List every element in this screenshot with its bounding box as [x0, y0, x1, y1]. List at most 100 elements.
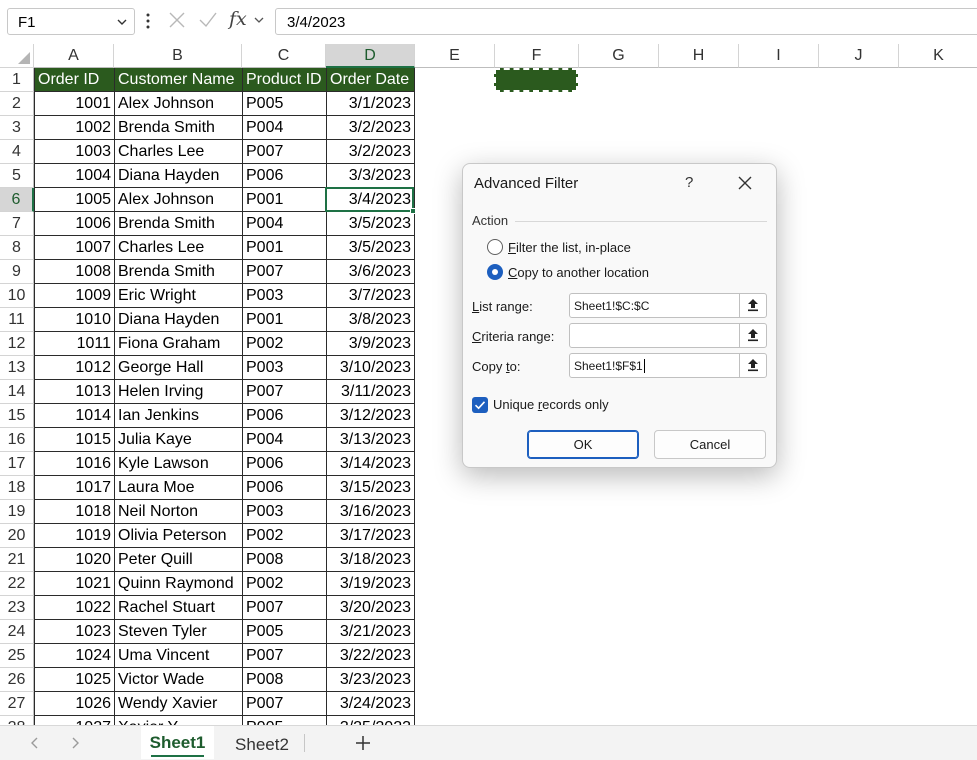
unique-records-label[interactable]: Unique records only: [493, 397, 609, 412]
radio-copy-to-location-label[interactable]: Copy to another location: [508, 265, 649, 280]
cell-order-date[interactable]: 3/16/2023: [327, 500, 415, 524]
column-header-d[interactable]: D: [326, 44, 415, 68]
cell-customer-name[interactable]: Julia Kaye: [115, 428, 243, 452]
cell-order-id[interactable]: 1013: [35, 380, 115, 404]
row-header-27[interactable]: 27: [0, 692, 34, 716]
confirm-entry-icon[interactable]: [198, 11, 218, 29]
cell-customer-name[interactable]: Brenda Smith: [115, 116, 243, 140]
cell-order-date[interactable]: 3/15/2023: [327, 476, 415, 500]
column-header-j[interactable]: J: [819, 44, 899, 68]
row-header-24[interactable]: 24: [0, 620, 34, 644]
cell-product-id[interactable]: P007: [243, 380, 327, 404]
cell-customer-name[interactable]: Laura Moe: [115, 476, 243, 500]
row-header-28[interactable]: 28: [0, 716, 34, 725]
cell-order-date[interactable]: 3/18/2023: [327, 548, 415, 572]
cell-order-id[interactable]: 1010: [35, 308, 115, 332]
copy-target-cell-f1[interactable]: [494, 68, 578, 92]
row-header-5[interactable]: 5: [0, 164, 34, 188]
cell-customer-name[interactable]: Uma Vincent: [115, 644, 243, 668]
cell-order-id[interactable]: 1019: [35, 524, 115, 548]
cell-product-id[interactable]: P004: [243, 428, 327, 452]
tab-sheet2[interactable]: Sheet2: [224, 726, 300, 759]
row-header-22[interactable]: 22: [0, 572, 34, 596]
cell-product-id[interactable]: P005: [243, 620, 327, 644]
cell-order-date[interactable]: 3/11/2023: [327, 380, 415, 404]
cell-customer-name[interactable]: Alex Johnson: [115, 188, 243, 212]
chevron-right-icon[interactable]: [68, 736, 82, 750]
row-header-6[interactable]: 6: [0, 188, 34, 212]
add-sheet-icon[interactable]: [354, 734, 372, 752]
cell-product-id[interactable]: P006: [243, 164, 327, 188]
cell-customer-name[interactable]: Kyle Lawson: [115, 452, 243, 476]
cell-customer-name[interactable]: Xavier Y: [115, 716, 243, 725]
cell-product-id[interactable]: P002: [243, 332, 327, 356]
cell-customer-name[interactable]: Wendy Xavier: [115, 692, 243, 716]
header-cell-order-date[interactable]: Order Date: [327, 68, 415, 92]
cell-order-id[interactable]: 1020: [35, 548, 115, 572]
row-header-1[interactable]: 1: [0, 68, 34, 92]
column-header-k[interactable]: K: [899, 44, 977, 68]
chevron-down-icon[interactable]: [116, 16, 128, 28]
row-header-19[interactable]: 19: [0, 500, 34, 524]
cell-product-id[interactable]: P003: [243, 356, 327, 380]
insert-function-icon[interactable]: fx: [229, 8, 247, 30]
cell-order-date[interactable]: 3/22/2023: [327, 644, 415, 668]
cell-customer-name[interactable]: Diana Hayden: [115, 308, 243, 332]
column-header-b[interactable]: B: [114, 44, 242, 68]
more-options-icon[interactable]: [145, 11, 151, 31]
cell-order-date[interactable]: 3/2/2023: [327, 116, 415, 140]
row-header-11[interactable]: 11: [0, 308, 34, 332]
cell-order-date[interactable]: 3/6/2023: [327, 260, 415, 284]
cell-order-date[interactable]: 3/9/2023: [327, 332, 415, 356]
cell-product-id[interactable]: P007: [243, 644, 327, 668]
cell-product-id[interactable]: P003: [243, 284, 327, 308]
cell-order-date[interactable]: 3/23/2023: [327, 668, 415, 692]
cell-order-id[interactable]: 1027: [35, 716, 115, 725]
cell-customer-name[interactable]: Victor Wade: [115, 668, 243, 692]
cell-order-date[interactable]: 3/5/2023: [327, 212, 415, 236]
cell-product-id[interactable]: P002: [243, 572, 327, 596]
row-header-12[interactable]: 12: [0, 332, 34, 356]
cell-order-date[interactable]: 3/17/2023: [327, 524, 415, 548]
cell-product-id[interactable]: P005: [243, 92, 327, 116]
column-header-h[interactable]: H: [659, 44, 739, 68]
criteria-range-field[interactable]: [569, 323, 767, 348]
cell-order-id[interactable]: 1026: [35, 692, 115, 716]
cell-order-id[interactable]: 1005: [35, 188, 115, 212]
column-header-f[interactable]: F: [495, 44, 579, 68]
row-header-21[interactable]: 21: [0, 548, 34, 572]
cell-product-id[interactable]: P005: [243, 716, 327, 725]
cell-product-id[interactable]: P008: [243, 668, 327, 692]
cell-customer-name[interactable]: Rachel Stuart: [115, 596, 243, 620]
cell-customer-name[interactable]: Fiona Graham: [115, 332, 243, 356]
row-header-10[interactable]: 10: [0, 284, 34, 308]
cell-customer-name[interactable]: Eric Wright: [115, 284, 243, 308]
cell-order-id[interactable]: 1023: [35, 620, 115, 644]
cell-order-date[interactable]: 3/7/2023: [327, 284, 415, 308]
cell-customer-name[interactable]: Neil Norton: [115, 500, 243, 524]
column-header-a[interactable]: A: [34, 44, 114, 68]
cell-order-date[interactable]: 3/2/2023: [327, 140, 415, 164]
cell-order-date[interactable]: 3/13/2023: [327, 428, 415, 452]
row-header-7[interactable]: 7: [0, 212, 34, 236]
cell-order-id[interactable]: 1003: [35, 140, 115, 164]
unique-records-checkbox[interactable]: [472, 397, 488, 413]
cell-order-date[interactable]: 3/24/2023: [327, 692, 415, 716]
cell-product-id[interactable]: P003: [243, 500, 327, 524]
column-header-e[interactable]: E: [415, 44, 495, 68]
row-header-26[interactable]: 26: [0, 668, 34, 692]
cell-customer-name[interactable]: Brenda Smith: [115, 260, 243, 284]
cell-order-date[interactable]: 3/20/2023: [327, 596, 415, 620]
cell-order-date[interactable]: 3/19/2023: [327, 572, 415, 596]
cell-order-id[interactable]: 1022: [35, 596, 115, 620]
radio-filter-in-place-label[interactable]: Filter the list, in-place: [508, 240, 631, 255]
header-cell-customer-name[interactable]: Customer Name: [115, 68, 243, 92]
row-header-25[interactable]: 25: [0, 644, 34, 668]
row-header-9[interactable]: 9: [0, 260, 34, 284]
help-button[interactable]: ?: [685, 174, 693, 191]
formula-input[interactable]: 3/4/2023: [275, 8, 977, 35]
cell-order-id[interactable]: 1009: [35, 284, 115, 308]
cell-order-date[interactable]: 3/14/2023: [327, 452, 415, 476]
chevron-left-icon[interactable]: [28, 736, 42, 750]
fill-handle[interactable]: [410, 208, 416, 214]
